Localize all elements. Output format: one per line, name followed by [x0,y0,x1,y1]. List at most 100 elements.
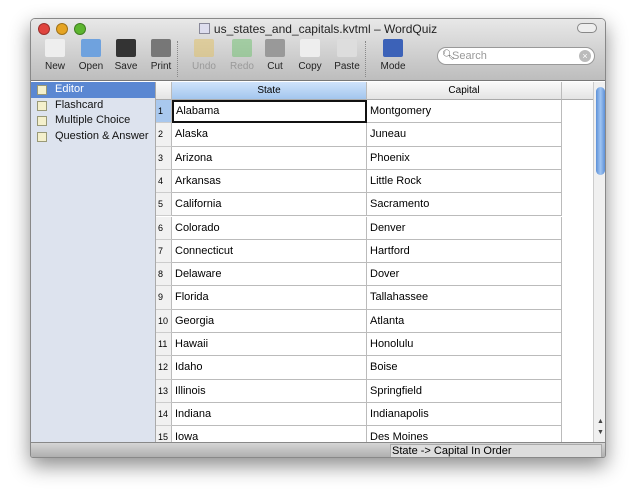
state-cell[interactable]: Colorado [172,216,367,240]
save-button[interactable]: Save [108,37,144,72]
undo-icon [194,39,214,57]
table-row: 9 Florida Tallahassee [156,286,562,310]
toolbar-separator [177,41,178,77]
mode-icon [383,39,403,57]
capital-cell[interactable]: Phoenix [367,146,562,170]
table-row: 1 Alabama Montgomery [156,100,562,124]
capital-cell[interactable]: Springfield [367,379,562,403]
toolbar-label: Undo [192,61,216,72]
state-cell[interactable]: Georgia [172,309,367,333]
capital-cell[interactable]: Atlanta [367,309,562,333]
wordquiz-window: us_states_and_capitals.kvtml – WordQuiz … [30,18,606,458]
toolbar-separator [365,41,366,77]
state-cell[interactable]: Alaska [172,123,367,147]
capital-cell[interactable]: Honolulu [367,333,562,357]
copy-button[interactable]: Copy [292,37,328,72]
capital-cell[interactable]: Dover [367,263,562,287]
state-cell[interactable]: Arizona [172,146,367,170]
row-number[interactable]: 13 [156,379,172,403]
row-number[interactable]: 2 [156,123,172,147]
row-number[interactable]: 14 [156,402,172,427]
state-cell[interactable]: Delaware [172,263,367,287]
table-row: 2 Alaska Juneau [156,123,562,147]
capital-cell[interactable]: Hartford [367,239,562,264]
row-number[interactable]: 4 [156,169,172,194]
row-number[interactable]: 10 [156,309,172,333]
print-button[interactable]: Print [143,37,179,72]
capital-cell[interactable]: Little Rock [367,169,562,194]
capital-cell[interactable]: Tallahassee [367,286,562,310]
table-row: 10 Georgia Atlanta [156,309,562,333]
mode-button[interactable]: Mode [375,37,411,72]
sidebar-item-label: Question & Answer [55,129,149,142]
open-button[interactable]: Open [73,37,109,72]
redo-button: Redo [224,37,260,72]
clear-search-icon[interactable]: × [579,50,591,62]
row-number[interactable]: 15 [156,426,172,442]
state-cell[interactable]: Illinois [172,379,367,403]
row-number[interactable]: 5 [156,193,172,217]
state-cell[interactable]: Hawaii [172,333,367,357]
toolbar-label: Cut [267,61,283,72]
sidebar-item-multiple-choice[interactable]: Multiple Choice [31,113,155,129]
capital-cell[interactable]: Denver [367,216,562,240]
vertical-scrollbar[interactable]: ▲ ▼ [593,82,605,442]
row-number[interactable]: 11 [156,333,172,357]
new-button[interactable]: New [37,37,73,72]
column-header-state[interactable]: State [172,82,367,100]
toolbar-label: Print [150,61,172,72]
capital-cell[interactable]: Des Moines [367,426,562,442]
capital-cell[interactable]: Montgomery [367,100,562,124]
state-cell[interactable]: Connecticut [172,239,367,264]
row-number[interactable]: 9 [156,286,172,310]
toolbar-toggle-button[interactable] [577,23,597,33]
row-number[interactable]: 8 [156,263,172,287]
sidebar-item-question-answer[interactable]: Question & Answer [31,129,155,145]
row-header-corner[interactable] [156,82,172,100]
scrollbar-thumb[interactable] [596,87,605,175]
capital-cell[interactable]: Indianapolis [367,402,562,427]
document-icon [198,23,210,34]
row-number[interactable]: 7 [156,239,172,264]
editor-icon [37,85,47,95]
paste-icon [337,39,357,57]
toolbar-label: New [44,61,65,72]
table-row: 14 Indiana Indianapolis [156,402,562,427]
scroll-up-arrow[interactable]: ▲ [594,418,605,425]
cut-button[interactable]: Cut [257,37,293,72]
row-number[interactable]: 6 [156,216,172,240]
search-input[interactable]: 🔍︎ Search × [437,47,595,65]
toolbar-label: Copy [298,61,322,72]
vocabulary-table: State Capital 1 Alabama Montgomery 2 Alaska J… [156,82,593,442]
state-cell[interactable]: Indiana [172,402,367,427]
table-row: 6 Colorado Denver [156,216,562,240]
sidebar-item-label: Editor [55,83,84,95]
state-cell[interactable]: Alabama [172,100,367,124]
multiple-choice-icon [37,116,47,126]
sidebar-item-editor[interactable]: Editor [31,82,155,98]
toolbar-label: Mode [380,61,406,72]
state-cell[interactable]: Arkansas [172,169,367,194]
capital-cell[interactable]: Sacramento [367,193,562,217]
state-cell[interactable]: California [172,193,367,217]
capital-cell[interactable]: Boise [367,356,562,380]
title-bar: us_states_and_capitals.kvtml – WordQuiz … [31,19,605,81]
state-cell[interactable]: Idaho [172,356,367,380]
question-answer-icon [37,131,47,142]
row-number[interactable]: 12 [156,356,172,380]
state-cell[interactable]: Florida [172,286,367,310]
row-number[interactable]: 1 [156,100,172,124]
open-folder-icon [81,39,101,57]
state-cell[interactable]: Iowa [172,426,367,442]
table-row: 7 Connecticut Hartford [156,239,562,264]
scroll-down-arrow[interactable]: ▼ [594,429,605,436]
table-row: 3 Arizona Phoenix [156,146,562,170]
paste-button[interactable]: Paste [329,37,365,72]
column-header-capital[interactable]: Capital [367,82,562,100]
row-number[interactable]: 3 [156,146,172,170]
undo-button: Undo [186,37,222,72]
sidebar-item-flashcard[interactable]: Flashcard [31,98,155,114]
capital-cell[interactable]: Juneau [367,123,562,147]
toolbar-label: Save [114,61,138,72]
search-icon: 🔍︎ [442,50,455,61]
